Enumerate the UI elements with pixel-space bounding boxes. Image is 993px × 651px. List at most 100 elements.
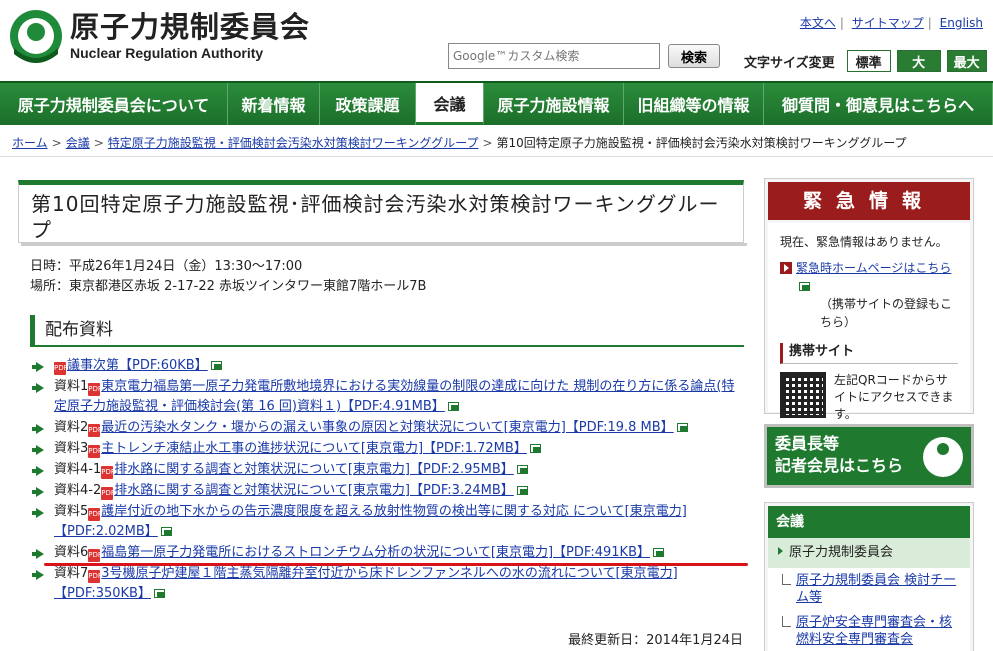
new-window-icon xyxy=(210,361,222,370)
emergency-link-row: 緊急時ホームページはこちら xyxy=(780,259,958,295)
new-window-icon xyxy=(447,402,459,411)
new-window-icon xyxy=(516,465,528,474)
separator: | xyxy=(839,16,844,30)
meetings-menu-link[interactable]: 原子炉安全専門審査会・核燃料安全専門審査会 xyxy=(796,615,952,647)
pdf-icon: PDF xyxy=(101,466,115,479)
meetings-menu-selected[interactable]: 原子力規制委員会 xyxy=(768,538,970,568)
skip-to-content-link[interactable]: 本文へ xyxy=(800,16,836,30)
document-number: 資料5 xyxy=(54,504,89,519)
document-number: 資料4-1 xyxy=(54,462,102,477)
breadcrumb-working-group[interactable]: 特定原子力施設監視・評価検討会汚染水対策検討ワーキンググループ xyxy=(108,136,479,150)
meetings-menu-title: 会議 xyxy=(768,506,970,538)
font-size-large-button[interactable]: 大 xyxy=(896,50,941,72)
meetings-menu-link[interactable]: 原子力規制委員会 検討チーム等 xyxy=(796,573,956,605)
document-link[interactable]: 最近の汚染水タンク・堰からの漏えい事象の原因と対策状況について[東京電力]【PD… xyxy=(101,420,673,435)
document-link[interactable]: 排水路に関する調査と対策状況について[東京電力]【PDF:3.24MB】 xyxy=(114,483,514,498)
font-size-max-button[interactable]: 最大 xyxy=(946,50,987,72)
header: 原子力規制委員会 Nuclear Regulation Authority 本文… xyxy=(0,0,993,80)
sitemap-link[interactable]: サイトマップ xyxy=(852,16,924,30)
search-button[interactable]: 検索 xyxy=(668,44,720,68)
new-window-icon xyxy=(653,548,664,557)
meeting-datetime: 日時：平成26年1月24日（金）13:30～17:00 xyxy=(30,257,426,277)
nav-about[interactable]: 原子力規制委員会について xyxy=(0,83,228,125)
document-number: 資料6 xyxy=(54,545,89,560)
global-nav: 原子力規制委員会について 新着情報 政策課題 会議 原子力施設情報 旧組織等の情… xyxy=(0,81,993,125)
list-item: 資料5PDF護岸付近の地下水からの告示濃度限度を超える放射性物質の検出等に関する… xyxy=(32,502,746,542)
font-size-standard-button[interactable]: 標準 xyxy=(846,50,891,72)
section-heading: 配布資料 xyxy=(30,315,744,347)
document-link[interactable]: 排水路に関する調査と対策状況について[東京電力]【PDF:2.95MB】 xyxy=(114,462,514,477)
list-item: 資料3PDF主トレンチ凍結止水工事の進捗状況について[東京電力]【PDF:1.7… xyxy=(32,439,746,459)
new-window-icon xyxy=(516,486,528,495)
document-link[interactable]: 福島第一原子力発電所におけるストロンチウム分析の状況について[東京電力]【PDF… xyxy=(101,545,650,560)
title-shadow xyxy=(21,243,747,246)
nav-facilities[interactable]: 原子力施設情報 xyxy=(484,83,624,125)
press-conference-button[interactable]: 委員長等 記者会見はこちら xyxy=(764,424,974,488)
pdf-icon: PDF xyxy=(88,424,102,437)
nav-meetings[interactable]: 会議 xyxy=(416,83,484,125)
arrow-icon xyxy=(780,262,792,274)
new-window-icon xyxy=(529,444,541,453)
meetings-menu-item[interactable]: 原子炉安全専門審査会・核燃料安全専門審査会 xyxy=(768,610,970,651)
emergency-homepage-link[interactable]: 緊急時ホームページはこちら xyxy=(796,261,951,275)
breadcrumb-separator: > xyxy=(93,136,104,150)
highlight-underline xyxy=(44,563,748,566)
list-item: 資料4-1PDF排水路に関する調査と対策状況について[東京電力]【PDF:2.9… xyxy=(32,460,746,480)
datetime-label: 日時： xyxy=(30,259,70,274)
nav-former-orgs[interactable]: 旧組織等の情報 xyxy=(624,83,764,125)
document-number: 資料1 xyxy=(54,379,89,394)
breadcrumb-separator: > xyxy=(51,136,62,150)
document-number: 資料4-2 xyxy=(54,483,102,498)
font-size-label: 文字サイズ変更 xyxy=(744,55,835,71)
document-list: PDF議事次第【PDF:60KB】 資料1PDF東京電力福島第一原子力発電所敷地… xyxy=(32,356,746,605)
search-input[interactable] xyxy=(448,43,660,69)
breadcrumb: ホーム > 会議 > 特定原子力施設監視・評価検討会汚染水対策検討ワーキンググループ > 第… xyxy=(12,134,906,151)
place-value: 東京都港区赤坂 2-17-22 赤坂ツインタワー東館7階ホール7B xyxy=(69,279,427,294)
breadcrumb-home[interactable]: ホーム xyxy=(12,136,48,150)
speaker-podium-icon xyxy=(923,437,963,477)
list-item: 資料7PDF3号機原子炉建屋１階主蒸気隔離弁室付近から床ドレンファンネルへの水の… xyxy=(32,564,746,604)
site-logo[interactable]: 原子力規制委員会 Nuclear Regulation Authority xyxy=(8,8,310,64)
site-search: 検索 xyxy=(448,43,720,69)
pdf-icon: PDF xyxy=(88,383,102,396)
arrow-icon xyxy=(32,383,44,393)
logo-title-en: Nuclear Regulation Authority xyxy=(70,45,264,61)
sidebar: 緊急情報 現在、緊急情報はありません。 緊急時ホームページはこちら （携帯サイト… xyxy=(764,178,974,651)
last-updated: 最終更新日：2014年1月24日 xyxy=(568,633,743,648)
qr-code-icon xyxy=(780,372,826,418)
nra-logo-icon xyxy=(10,10,62,63)
document-link[interactable]: 3号機原子炉建屋１階主蒸気隔離弁室付近から床ドレンファンネルへの水の流れについて… xyxy=(54,566,678,601)
meetings-menu: 会議 原子力規制委員会 原子力規制委員会 検討チーム等 原子炉安全専門審査会・核… xyxy=(764,502,974,651)
list-item: 資料6PDF福島第一原子力発電所におけるストロンチウム分析の状況について[東京電… xyxy=(32,543,746,563)
font-size-switcher: 文字サイズ変更 標準 大 最大 xyxy=(744,50,987,72)
document-number: 資料2 xyxy=(54,420,89,435)
list-item: PDF議事次第【PDF:60KB】 xyxy=(32,356,746,376)
separator: | xyxy=(927,16,932,30)
meetings-menu-item[interactable]: 原子力規制委員会 検討チーム等 xyxy=(768,568,970,610)
document-link[interactable]: 東京電力福島第一原子力発電所敷地境界における実効線量の制限の達成に向けた 規制の… xyxy=(54,379,735,414)
document-link[interactable]: 議事次第【PDF:60KB】 xyxy=(67,358,208,373)
document-link[interactable]: 護岸付近の地下水からの告示濃度限度を超える放射性物質の検出等に関する対応 につい… xyxy=(54,504,687,539)
nav-inquiries[interactable]: 御質問・御意見はこちらへ xyxy=(764,83,993,125)
pdf-icon: PDF xyxy=(88,445,102,458)
emergency-status: 現在、緊急情報はありません。 xyxy=(780,235,948,249)
arrow-icon xyxy=(32,570,44,580)
document-number: 資料7 xyxy=(54,566,89,581)
page-title: 第10回特定原子力施設監視･評価検討会汚染水対策検討ワーキンググループ xyxy=(31,192,720,242)
document-link[interactable]: 主トレンチ凍結止水工事の進捗状況について[東京電力]【PDF:1.72MB】 xyxy=(101,441,527,456)
meeting-meta: 日時：平成26年1月24日（金）13:30～17:00 場所：東京都港区赤坂 2… xyxy=(30,257,426,297)
new-window-icon xyxy=(799,282,810,291)
nav-policy[interactable]: 政策課題 xyxy=(320,83,416,125)
arrow-icon xyxy=(32,362,44,372)
divider xyxy=(0,156,993,157)
arrow-icon xyxy=(32,424,44,434)
mobile-site-text: 左記QRコードからサイトにアクセスできます。 xyxy=(834,373,954,421)
pdf-icon: PDF xyxy=(54,362,68,375)
nav-news[interactable]: 新着情報 xyxy=(228,83,320,125)
english-link[interactable]: English xyxy=(940,16,983,30)
breadcrumb-current: 第10回特定原子力施設監視・評価検討会汚染水対策検討ワーキンググループ xyxy=(496,136,907,150)
logo-title-jp: 原子力規制委員会 xyxy=(70,10,311,44)
mobile-site-title: 携帯サイト xyxy=(780,343,958,364)
list-item: 資料2PDF最近の汚染水タンク・堰からの漏えい事象の原因と対策状況について[東京… xyxy=(32,418,746,438)
breadcrumb-meetings[interactable]: 会議 xyxy=(66,136,90,150)
